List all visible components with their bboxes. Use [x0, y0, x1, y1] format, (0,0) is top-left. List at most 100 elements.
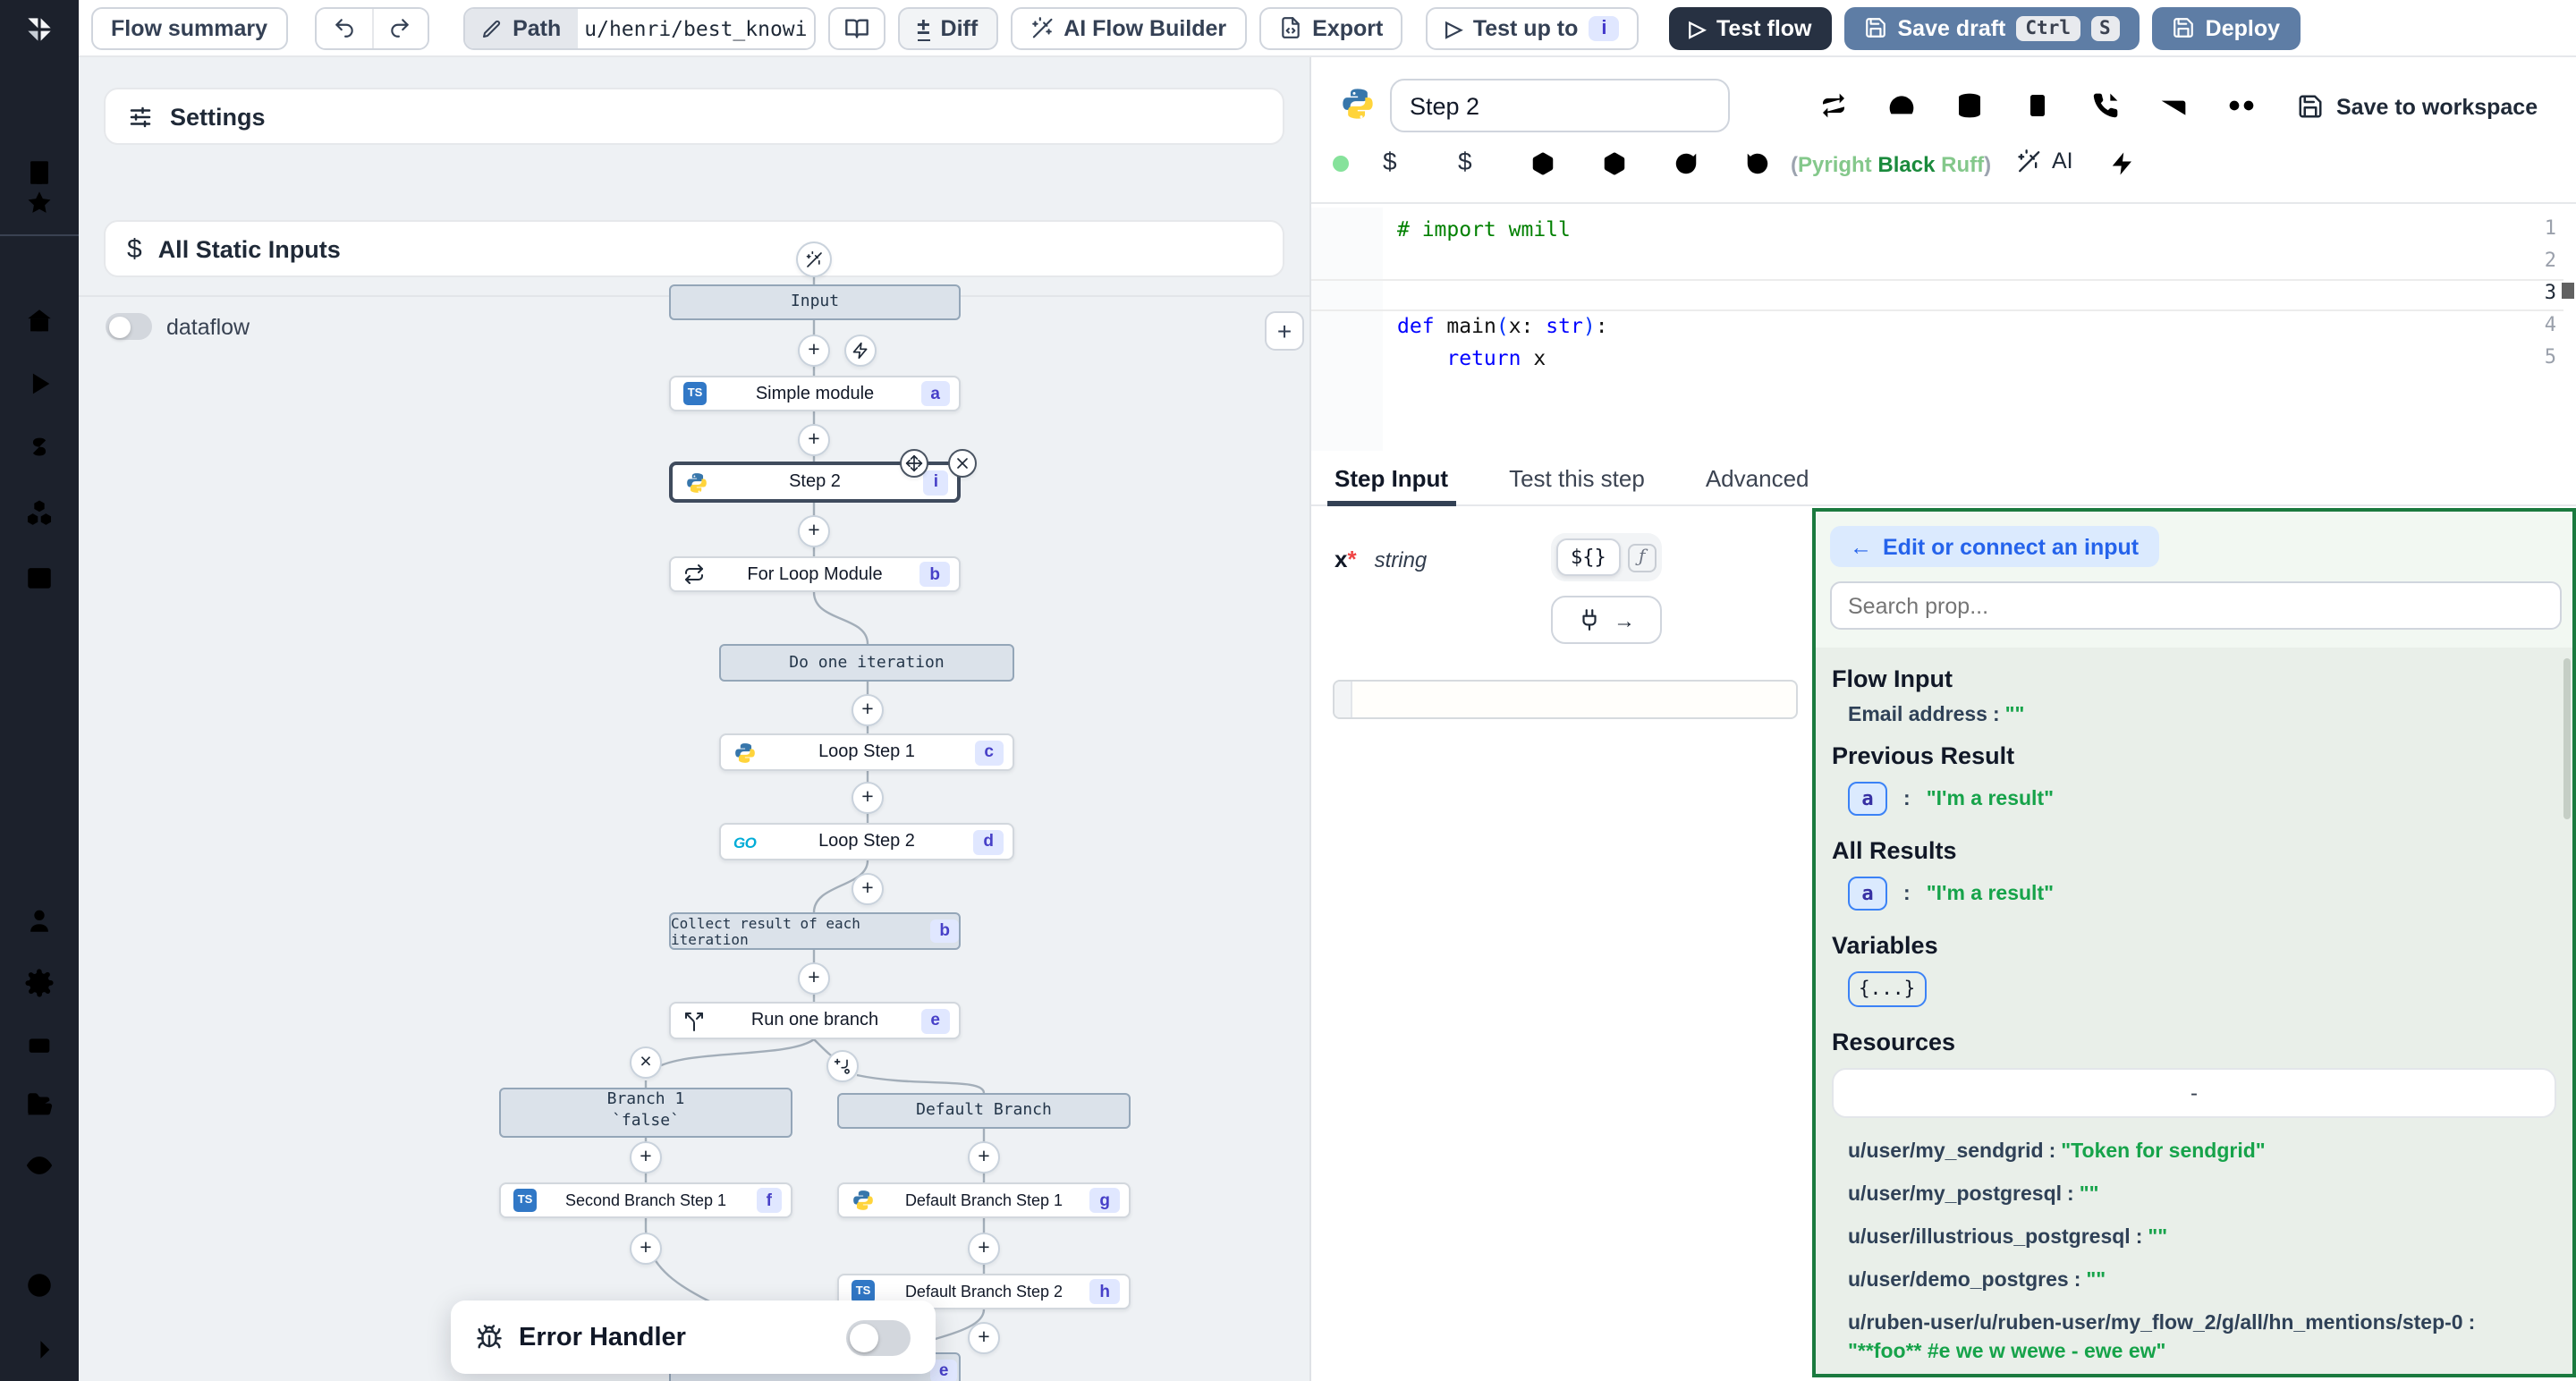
connect-panel-scrollbar[interactable]: [2563, 658, 2571, 819]
add-step-button[interactable]: +: [968, 1141, 1000, 1173]
flow-summary-button[interactable]: Flow summary: [91, 6, 287, 49]
add-step-button[interactable]: +: [852, 782, 884, 814]
save-to-workspace-button[interactable]: Save to workspace: [2297, 93, 2538, 120]
tab-test-this-step[interactable]: Test this step: [1509, 464, 1645, 491]
add-step-button[interactable]: +: [630, 1233, 662, 1265]
instant-preview-zap-icon[interactable]: [2109, 150, 2136, 177]
variables-row[interactable]: {...}: [1848, 971, 2556, 1007]
resource-row[interactable]: u/user/demo_postgres:"": [1848, 1268, 2556, 1296]
error-handler-toggle[interactable]: [846, 1319, 911, 1355]
resources-boxes-icon[interactable]: [24, 497, 55, 528]
add-step-button[interactable]: +: [630, 1141, 662, 1173]
docs-book-button[interactable]: [827, 6, 885, 49]
result-id-badge[interactable]: a: [1848, 877, 1887, 911]
step-title-input[interactable]: [1390, 79, 1730, 132]
home-icon[interactable]: [24, 306, 55, 336]
sleep-bed-icon[interactable]: [2159, 91, 2188, 120]
javascript-mode-button[interactable]: ƒ: [1628, 543, 1657, 572]
node-branch-1[interactable]: Branch 1 `false`: [499, 1088, 792, 1138]
package-icon[interactable]: [1530, 150, 1556, 177]
step-inputs-dollar-icon[interactable]: $: [1458, 147, 1472, 175]
ai-gen-button[interactable]: AI: [2016, 148, 2073, 174]
concurrency-square-icon[interactable]: [2023, 91, 2052, 120]
mock-voicemail-icon[interactable]: [2227, 91, 2256, 120]
retries-repeat-icon[interactable]: [1819, 91, 1848, 120]
node-do-one-iteration[interactable]: Do one iteration: [719, 644, 1014, 682]
resource-row[interactable]: u/user/my_postgresql:"": [1848, 1182, 2556, 1210]
node-loop-step-2[interactable]: GO Loop Step 2 d: [719, 823, 1014, 860]
add-step-button[interactable]: +: [852, 873, 884, 905]
resources-filter-box[interactable]: -: [1832, 1068, 2556, 1118]
remove-branch-button[interactable]: ×: [630, 1046, 662, 1079]
all-results-row[interactable]: a : "I'm a result": [1848, 877, 2556, 911]
runs-play-icon[interactable]: [24, 369, 55, 399]
move-step-button[interactable]: [900, 449, 928, 478]
resource-row[interactable]: u/user/my_sendgrid:"Token for sendgrid": [1848, 1140, 2556, 1167]
add-step-button[interactable]: +: [968, 1233, 1000, 1265]
node-run-one-branch[interactable]: Run one branch e: [669, 1002, 961, 1039]
static-inputs-dollar-icon[interactable]: $: [1383, 147, 1397, 175]
result-id-badge[interactable]: a: [1848, 782, 1887, 816]
save-draft-button[interactable]: Save draft Ctrl S: [1844, 6, 2140, 49]
add-branch-button[interactable]: [826, 1050, 859, 1082]
timeout-gauge-icon[interactable]: [1887, 91, 1916, 120]
node-collect-result[interactable]: Collect result of each iteration b: [669, 912, 961, 950]
resource-row[interactable]: u/ruben-user/u/ruben-user/my_flow_2/g/al…: [1848, 1311, 2556, 1367]
audit-eye-icon[interactable]: [24, 1150, 55, 1181]
node-input[interactable]: Input: [669, 284, 961, 320]
ai-flow-builder-button[interactable]: AI Flow Builder: [1010, 6, 1246, 49]
flow-input-row[interactable]: Email address:"": [1848, 705, 2556, 726]
undo-button[interactable]: [316, 8, 371, 47]
tab-advanced[interactable]: Advanced: [1706, 464, 1809, 491]
settings-gear-icon[interactable]: [24, 968, 55, 998]
delete-step-button[interactable]: [948, 449, 977, 478]
connect-input-button[interactable]: →: [1551, 596, 1662, 644]
variables-dollar-icon[interactable]: [24, 433, 55, 463]
path-input[interactable]: [577, 8, 813, 47]
workers-robot-icon[interactable]: [24, 1029, 55, 1059]
node-for-loop[interactable]: For Loop Module b: [669, 556, 961, 592]
test-up-to-button[interactable]: ▷ Test up to i: [1426, 6, 1639, 49]
edit-or-connect-back-button[interactable]: ← Edit or connect an input: [1830, 526, 2158, 567]
path-label-wrap[interactable]: Path: [464, 8, 577, 47]
script-library-icon[interactable]: [2521, 150, 2547, 177]
resource-row[interactable]: u/user/illustrious_postgresql:"": [1848, 1225, 2556, 1253]
editor-scrollbar-thumb[interactable]: [2562, 283, 2574, 299]
help-icon[interactable]: [24, 1270, 55, 1301]
flow-canvas[interactable]: Settings $ All Static Inputs dataflow + …: [79, 57, 1309, 1381]
deploy-button[interactable]: Deploy: [2152, 6, 2300, 49]
node-default-branch[interactable]: Default Branch: [837, 1093, 1131, 1129]
collapse-arrow-right-icon[interactable]: [24, 1334, 55, 1365]
node-loop-step-1[interactable]: Loop Step 1 c: [719, 733, 1014, 771]
template-mode-button[interactable]: ${}: [1556, 538, 1621, 576]
schedules-calendar-icon[interactable]: [24, 562, 55, 592]
node-simple-module[interactable]: TS Simple module a: [669, 376, 961, 411]
cache-database-icon[interactable]: [1955, 91, 1984, 120]
arg-value-input[interactable]: [1333, 680, 1798, 719]
package-icon[interactable]: [1601, 150, 1628, 177]
add-step-button[interactable]: +: [798, 424, 830, 456]
folders-icon[interactable]: [24, 1089, 55, 1120]
previous-result-row[interactable]: a : "I'm a result": [1848, 782, 2556, 816]
reset-icon[interactable]: [1744, 150, 1771, 177]
diff-button[interactable]: ± Diff: [897, 6, 997, 49]
add-step-button[interactable]: +: [968, 1322, 1000, 1354]
favorites-star-icon[interactable]: [24, 188, 55, 218]
node-default-branch-step-1[interactable]: Default Branch Step 1 g: [837, 1182, 1131, 1218]
add-step-button[interactable]: +: [852, 694, 884, 726]
add-step-button[interactable]: +: [798, 335, 830, 367]
export-button[interactable]: Export: [1258, 6, 1402, 49]
add-step-button[interactable]: +: [798, 515, 830, 547]
redo-button[interactable]: [371, 8, 427, 47]
suspend-phone-icon[interactable]: [2091, 91, 2120, 120]
test-flow-button[interactable]: ▷ Test flow: [1670, 6, 1832, 49]
search-prop-input[interactable]: [1830, 581, 2562, 630]
variables-badge[interactable]: {...}: [1848, 971, 1926, 1007]
tab-step-input[interactable]: Step Input: [1335, 464, 1448, 491]
trigger-zap-button[interactable]: [844, 335, 877, 367]
workspace-building-icon[interactable]: [24, 157, 55, 188]
code-editor[interactable]: 1 2 3 4 5 # import wmill def main(x: str…: [1311, 208, 2576, 451]
ai-wand-node-button[interactable]: [796, 241, 832, 277]
reload-icon[interactable]: [1673, 150, 1699, 177]
add-step-button[interactable]: +: [798, 962, 830, 995]
